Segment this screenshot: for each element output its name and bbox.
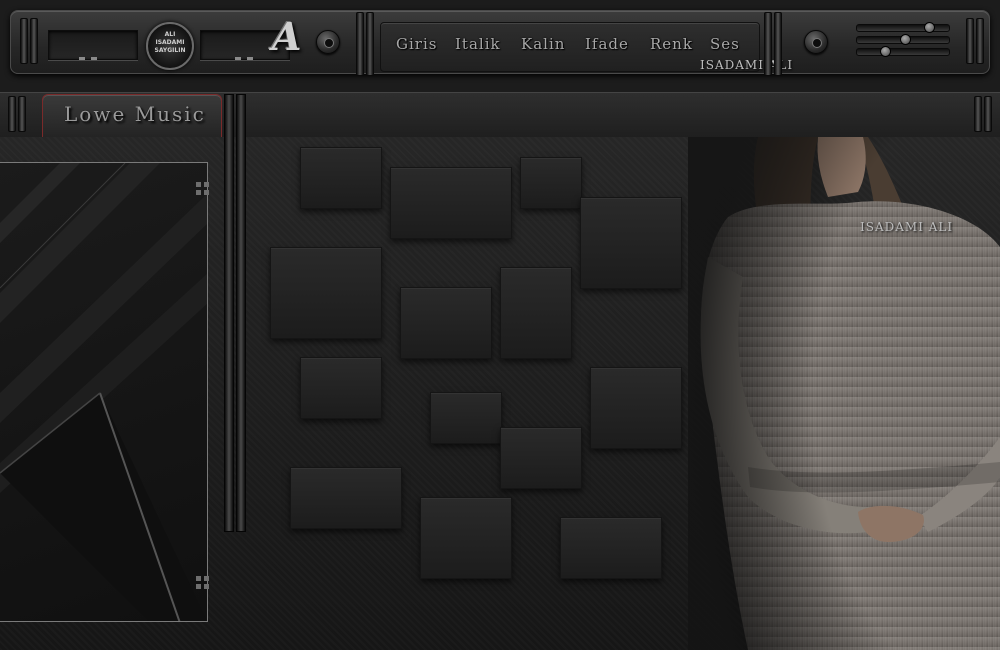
- center-right-grip[interactable]: [764, 12, 772, 76]
- title-bar-left-grip[interactable]: [8, 96, 16, 132]
- photo-watermark: ISADAMI ALI: [860, 220, 954, 234]
- slider-knob[interactable]: [900, 34, 911, 45]
- slider-knob[interactable]: [924, 22, 935, 33]
- background-tile: [420, 497, 512, 579]
- background-tile: [560, 517, 662, 579]
- vertical-pipe: [224, 94, 234, 532]
- letter-a-logo-icon: A: [272, 14, 302, 59]
- background-tile: [430, 392, 502, 444]
- background-tile: [500, 267, 572, 359]
- tab-title: Lowe Music: [64, 102, 206, 126]
- panel-corner-mark: [204, 190, 209, 195]
- left-display-screen: [48, 30, 138, 60]
- vertical-pipe: [236, 94, 246, 532]
- background-tile: [500, 427, 582, 489]
- display-dash: [247, 57, 253, 60]
- title-bar-right-grip[interactable]: [974, 96, 982, 132]
- brand-badge-icon[interactable]: ALI ISADAMI SAYGILIN: [146, 22, 194, 70]
- center-left-grip-2[interactable]: [366, 12, 374, 76]
- panel-corner-mark: [196, 190, 201, 195]
- title-bar-left-grip-2[interactable]: [18, 96, 26, 132]
- menu-item-renk[interactable]: Renk: [650, 35, 693, 53]
- slider-knob[interactable]: [880, 46, 891, 57]
- panel-stripes: [0, 163, 207, 621]
- menu-item-ifade[interactable]: Ifade: [585, 35, 629, 53]
- left-disc-icon[interactable]: [316, 30, 340, 54]
- background-tile: [590, 367, 682, 449]
- left-panel: [0, 162, 208, 622]
- panel-corner-mark: [196, 576, 201, 581]
- volume-slider-track[interactable]: [856, 24, 950, 32]
- model-photo: [688, 137, 1000, 650]
- background-tile: [390, 167, 512, 239]
- left-grip-handle-2[interactable]: [30, 18, 38, 64]
- panel-corner-mark: [204, 576, 209, 581]
- background-tile: [290, 467, 402, 529]
- panel-corner-mark: [196, 584, 201, 589]
- display-dash: [79, 57, 85, 60]
- background-tile: [520, 157, 582, 209]
- brand-badge-text: ALI ISADAMI SAYGILIN: [154, 31, 186, 54]
- model-photo-illustration: [688, 137, 1000, 650]
- panel-corner-mark: [204, 584, 209, 589]
- speed-slider-track[interactable]: [856, 48, 950, 56]
- display-dash: [91, 57, 97, 60]
- center-left-grip[interactable]: [356, 12, 364, 76]
- background-tile: [300, 357, 382, 419]
- left-grip-handle[interactable]: [20, 18, 28, 64]
- center-right-grip-2[interactable]: [774, 12, 782, 76]
- background-tile: [400, 287, 492, 359]
- right-disc-icon[interactable]: [804, 30, 828, 54]
- menu-item-ses[interactable]: Ses: [710, 35, 740, 53]
- panel-corner-mark: [196, 182, 201, 187]
- background-tile: [580, 197, 682, 289]
- panel-corner-mark: [204, 182, 209, 187]
- menu-item-giris[interactable]: Giris: [396, 35, 437, 53]
- title-bar-right-grip-2[interactable]: [984, 96, 992, 132]
- background-tile: [300, 147, 382, 209]
- menu-item-italik[interactable]: Italik: [455, 35, 501, 53]
- background-tile: [270, 247, 382, 339]
- display-dash: [235, 57, 241, 60]
- right-grip-handle-2[interactable]: [976, 18, 984, 64]
- menu-item-kalin[interactable]: Kalin: [521, 35, 565, 53]
- right-grip-handle[interactable]: [966, 18, 974, 64]
